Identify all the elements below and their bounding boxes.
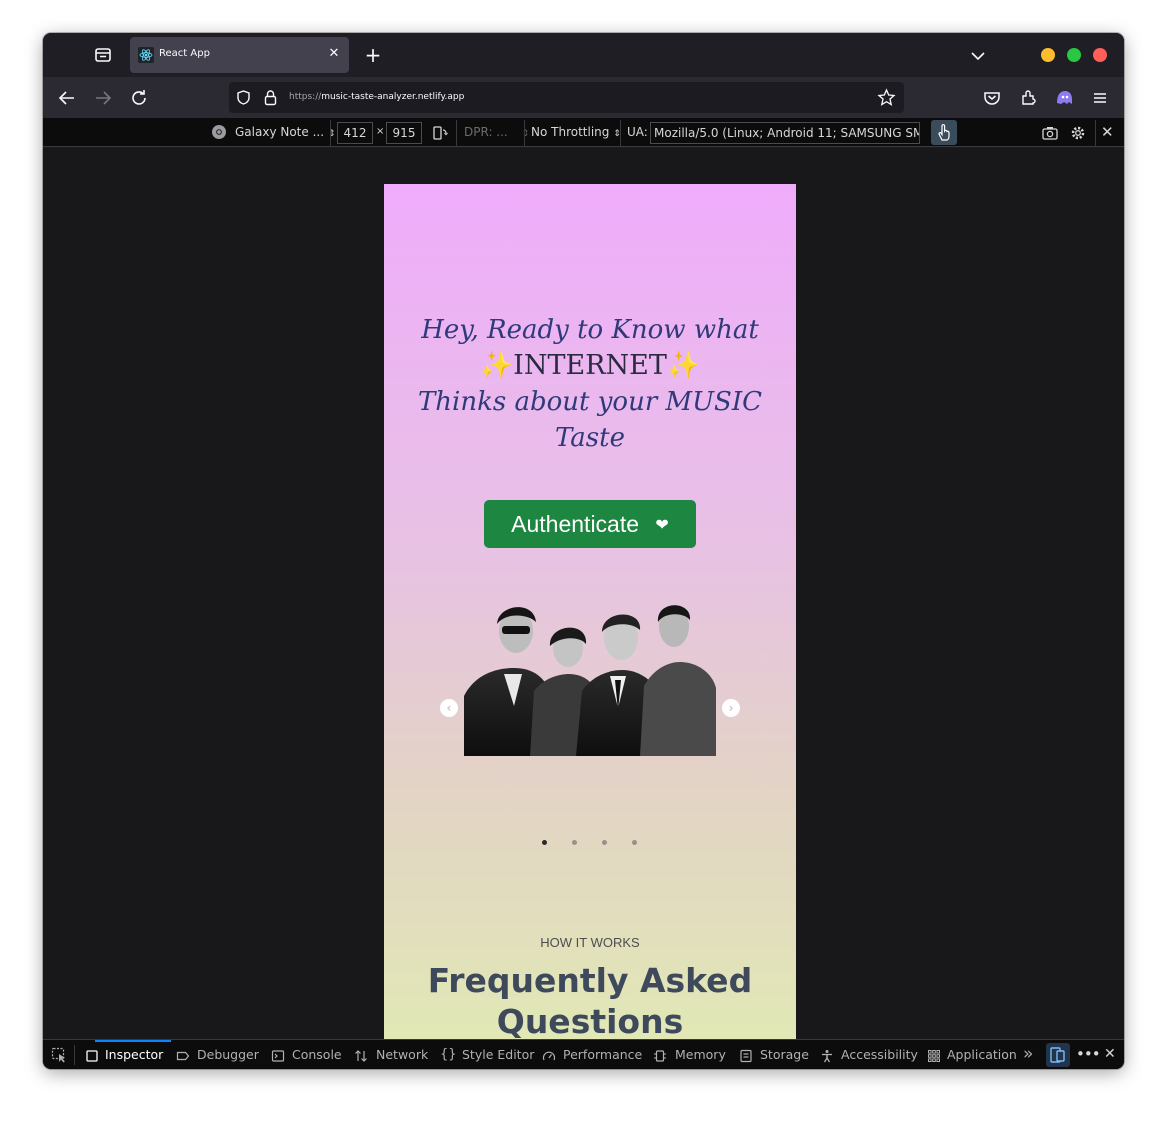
maximize-window-button[interactable] xyxy=(1067,48,1081,62)
hero-internet-text: INTERNET xyxy=(513,350,667,381)
chrome-icon xyxy=(211,124,227,144)
tab-storage[interactable]: Storage xyxy=(760,1040,809,1069)
tab-strip: React App ✕ + xyxy=(43,33,1124,77)
application-icon xyxy=(927,1048,941,1062)
how-it-works-label: HOW IT WORKS xyxy=(540,935,640,950)
bookmark-star-icon[interactable] xyxy=(877,88,896,111)
pocket-icon[interactable] xyxy=(979,85,1005,111)
tab-react-app[interactable]: React App ✕ xyxy=(130,37,349,73)
device-selector[interactable]: Galaxy Note ... ⇕ xyxy=(235,125,335,139)
tab-inspector[interactable]: Inspector xyxy=(94,1040,172,1069)
device-viewport: Hey, Ready to Know what ✨INTERNET✨ Think… xyxy=(384,184,796,1039)
carousel-prev-button[interactable]: ‹ xyxy=(440,699,458,717)
minimize-window-button[interactable] xyxy=(1041,48,1055,62)
carousel-dot-3[interactable] xyxy=(602,840,607,845)
browser-window: React App ✕ + https://music-taste-analyz… xyxy=(43,33,1124,1069)
sparkles-icon: ✨ xyxy=(666,350,701,381)
navigation-toolbar: https://music-taste-analyzer.netlify.app xyxy=(43,77,1124,118)
viewport-height-input[interactable]: 915 xyxy=(386,122,422,144)
firefox-view-icon[interactable] xyxy=(91,44,115,66)
hero-line-3: Thinks about your MUSIC Taste xyxy=(417,387,763,453)
toolbar-separator xyxy=(1095,120,1096,146)
devtools-options-icon[interactable]: ••• xyxy=(1076,1045,1101,1063)
tab-network[interactable]: Network xyxy=(376,1040,428,1069)
selector-arrows-icon: ⇕ xyxy=(521,129,530,139)
reload-icon[interactable] xyxy=(126,85,152,111)
network-icon xyxy=(354,1048,368,1062)
dimension-separator: × xyxy=(376,126,385,137)
tab-title: React App xyxy=(159,48,210,59)
sparkles-icon: ✨ xyxy=(479,350,514,381)
rotate-viewport-icon[interactable] xyxy=(431,124,449,146)
console-icon xyxy=(271,1048,285,1062)
throttling-selector[interactable]: No Throttling ⇕ xyxy=(531,125,621,139)
responsive-design-toolbar: Galaxy Note ... ⇕ 412 × 915 DPR: ... ⇕ N… xyxy=(43,118,1124,147)
carousel-next-button[interactable]: › xyxy=(722,699,740,717)
tab-memory[interactable]: Memory xyxy=(675,1040,726,1069)
app-menu-icon[interactable] xyxy=(1087,85,1113,111)
toolbar-separator xyxy=(620,120,621,146)
react-logo-icon xyxy=(138,47,154,63)
responsive-mode-icon[interactable] xyxy=(1046,1043,1070,1067)
accessibility-icon xyxy=(820,1048,834,1063)
carousel-dot-1[interactable] xyxy=(542,840,547,845)
devtools-toolbar: Inspector Debugger Console Network {} St… xyxy=(43,1039,1124,1069)
viewport-width-input[interactable]: 412 xyxy=(337,122,373,144)
settings-gear-icon[interactable] xyxy=(1069,124,1087,146)
screenshot-icon[interactable] xyxy=(1041,124,1059,146)
toolbar-separator xyxy=(524,120,525,146)
user-agent-label: UA: xyxy=(627,125,648,139)
tab-accessibility[interactable]: Accessibility xyxy=(841,1040,918,1069)
close-devtools-icon[interactable]: ✕ xyxy=(1104,1046,1116,1062)
toolbar-separator xyxy=(456,120,457,146)
tab-debugger[interactable]: Debugger xyxy=(197,1040,259,1069)
close-rdm-icon[interactable]: ✕ xyxy=(1101,124,1114,140)
new-tab-icon[interactable]: + xyxy=(361,44,385,68)
more-tools-chevron-icon[interactable]: » xyxy=(1023,1045,1033,1063)
hero-heading: Hey, Ready to Know what ✨INTERNET✨ Think… xyxy=(384,312,796,456)
tab-performance[interactable]: Performance xyxy=(563,1040,642,1069)
toolbar-separator xyxy=(330,120,331,146)
authenticate-label: Authenticate xyxy=(511,511,640,537)
carousel-dot-4[interactable] xyxy=(632,840,637,845)
forward-icon[interactable] xyxy=(90,85,116,111)
inspector-icon xyxy=(85,1048,99,1062)
tab-close-icon[interactable]: ✕ xyxy=(326,46,342,62)
back-icon[interactable] xyxy=(54,85,80,111)
authenticate-button[interactable]: Authenticate ❤ xyxy=(484,500,696,548)
throttling-label: No Throttling xyxy=(531,125,610,139)
hero-line-1: Hey, Ready to Know what xyxy=(421,315,759,345)
extensions-icon[interactable] xyxy=(1015,85,1041,111)
lock-icon[interactable] xyxy=(263,89,278,110)
close-window-button[interactable] xyxy=(1093,48,1107,62)
url-text[interactable]: https://music-taste-analyzer.netlify.app xyxy=(289,92,464,102)
carousel-dot-2[interactable] xyxy=(572,840,577,845)
ghostery-extension-icon[interactable] xyxy=(1051,85,1077,111)
memory-icon xyxy=(653,1048,667,1062)
selector-arrows-icon: ⇕ xyxy=(327,129,336,139)
touch-simulation-icon[interactable] xyxy=(931,120,957,145)
user-agent-input[interactable]: Mozilla/5.0 (Linux; Android 11; SAMSUNG … xyxy=(650,122,920,144)
device-name: Galaxy Note ... xyxy=(235,125,325,139)
tab-style-editor[interactable]: Style Editor xyxy=(462,1040,534,1069)
heart-icon: ❤ xyxy=(655,517,669,534)
toolbar-separator xyxy=(74,1045,75,1065)
url-bar[interactable]: https://music-taste-analyzer.netlify.app xyxy=(229,82,904,113)
dpr-label: DPR: ... xyxy=(464,125,508,139)
storage-icon xyxy=(739,1048,753,1063)
tracking-shield-icon[interactable] xyxy=(235,89,252,110)
style-editor-icon: {} xyxy=(440,1047,457,1062)
element-picker-icon[interactable] xyxy=(51,1047,67,1067)
hero-line-2: ✨INTERNET✨ xyxy=(384,348,796,384)
debugger-icon xyxy=(176,1048,190,1062)
dpr-selector[interactable]: DPR: ... ⇕ xyxy=(464,125,529,139)
tab-console[interactable]: Console xyxy=(292,1040,342,1069)
list-all-tabs-icon[interactable] xyxy=(967,45,989,67)
url-scheme: https:// xyxy=(289,92,322,102)
url-host: music-taste-analyzer.netlify.app xyxy=(321,92,465,102)
tab-application[interactable]: Application xyxy=(947,1040,1017,1069)
faq-heading: Frequently Asked Questions xyxy=(427,961,753,1039)
performance-icon xyxy=(542,1048,556,1062)
carousel-band-photo xyxy=(464,596,716,756)
